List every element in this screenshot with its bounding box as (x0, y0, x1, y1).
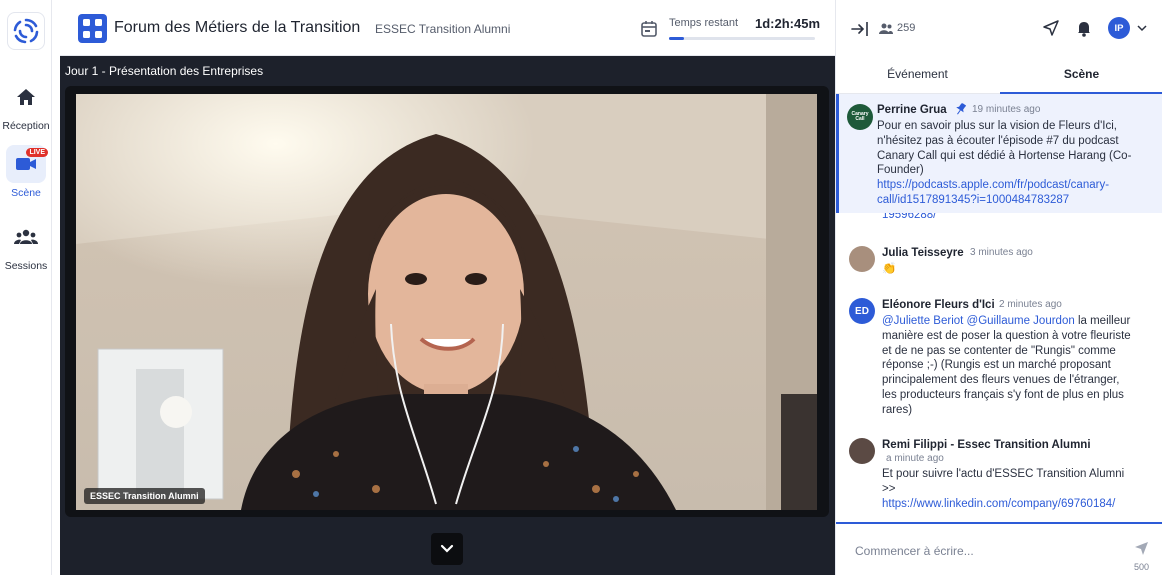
time-progress-fill (669, 37, 684, 40)
avatar (849, 246, 875, 272)
event-logo-icon (78, 14, 107, 43)
user-avatar[interactable]: IP (1108, 17, 1130, 39)
collapse-panel-icon[interactable] (851, 21, 869, 37)
message-line: Founder) (877, 164, 924, 177)
message-line: rares) (882, 403, 913, 416)
left-navigation: Réception LIVE Scène Sessions (0, 0, 52, 575)
message-line: manière est de poser la question à votre… (882, 329, 1131, 342)
stage-area: Jour 1 - Présentation des Entreprises ES… (60, 56, 835, 575)
chat-message: Remi Filippi - Essec Transition Alumni a… (836, 434, 1162, 514)
message-time: 2 minutes ago (999, 299, 1062, 310)
message-link[interactable]: call/id1517891345?i=1000484783287 (877, 193, 1157, 208)
chevron-down-icon[interactable] (1137, 25, 1147, 32)
time-remaining-value: 1d:2h:45m (755, 16, 821, 31)
nav-item-sessions[interactable]: Sessions (0, 218, 52, 272)
people-group-icon (6, 218, 46, 256)
nav-item-reception[interactable]: Réception (0, 78, 52, 132)
event-organizer[interactable]: ESSEC Transition Alumni (375, 22, 510, 36)
app-logo[interactable] (7, 12, 45, 50)
video-stream[interactable]: ESSEC Transition Alumni (76, 94, 817, 510)
message-line: les producteurs français s'y font de plu… (882, 388, 1124, 401)
message-time: a minute ago (886, 453, 944, 464)
panel-tabs: Événement Scène (836, 56, 1162, 94)
tab-scene[interactable]: Scène (1000, 56, 1162, 94)
message-line: n'hésitez pas à écouter l'épisode #7 du … (877, 134, 1119, 147)
nav-item-scene[interactable]: LIVE Scène (0, 145, 52, 199)
nav-item-label: Réception (2, 120, 50, 132)
video-camera-icon: LIVE (6, 145, 48, 183)
message-link[interactable]: https://podcasts.apple.com/fr/podcast/ca… (877, 178, 1157, 193)
character-count: 500 (1133, 562, 1149, 572)
message-line: réponse ;-) (Rungis est un marché propos… (882, 359, 1111, 372)
pinned-message: Canary Call Perrine Grua 19 minutes ago … (836, 94, 1162, 213)
app-window: Réception LIVE Scène Sessions Forum des … (0, 0, 1162, 575)
event-header: Forum des Métiers de la Transition ESSEC… (60, 0, 835, 56)
message-time: 19 minutes ago (972, 104, 1041, 115)
home-icon (6, 78, 46, 116)
time-progress-bar (669, 37, 815, 40)
message-line: >> (882, 482, 896, 495)
chat-feed[interactable]: 19596288/ Julia Teisseyre 3 minutes ago … (836, 94, 1162, 522)
message-author: Julia Teisseyre (882, 247, 964, 259)
nav-item-label: Scène (11, 187, 41, 199)
pin-icon (956, 103, 966, 115)
message-author: Remi Filippi - Essec Transition Alumni (882, 439, 1091, 451)
event-title: Forum des Métiers de la Transition (114, 19, 361, 36)
message-line: @Juliette Beriot @Guillaume Jourdon la m… (882, 314, 1152, 329)
message-line: Canary Call qui est dédié à Hortense Har… (877, 149, 1132, 162)
tab-evenement[interactable]: Événement (836, 56, 999, 94)
message-time: 3 minutes ago (970, 247, 1033, 258)
send-icon[interactable] (1134, 541, 1149, 556)
message-composer[interactable]: Commencer à écrire... 500 (836, 522, 1162, 575)
send-direct-message-icon[interactable] (1043, 20, 1059, 36)
right-panel: 259 IP Événement Scène 19596288/ Julia T… (835, 0, 1162, 575)
message-text: Et pour suivre l'actu d'ESSEC Transition… (882, 467, 1152, 511)
avatar (849, 438, 875, 464)
stage-title: Jour 1 - Présentation des Entreprises (65, 64, 264, 78)
message-text: 👏 (882, 263, 897, 275)
chevron-down-icon (440, 544, 454, 553)
nav-item-label: Sessions (4, 260, 48, 272)
message-text: Pour en savoir plus sur la vision de Fle… (877, 119, 1157, 208)
video-frame: ESSEC Transition Alumni (65, 86, 829, 517)
chat-message: ED Eléonore Fleurs d'Ici 2 minutes ago @… (836, 294, 1162, 424)
speaker-video-image (76, 94, 817, 510)
message-link[interactable]: https://www.linkedin.com/company/6976018… (882, 497, 1152, 512)
attendee-count: 259 (897, 22, 916, 34)
message-line: principalement des fleurs venues de l'ét… (882, 374, 1120, 387)
message-text: @Juliette Beriot @Guillaume Jourdon la m… (882, 314, 1152, 418)
attendees-icon (879, 23, 893, 34)
collapse-stage-button[interactable] (431, 533, 463, 565)
message-line: et de ne pas se contenter de "Rungis" co… (882, 344, 1116, 357)
live-badge: LIVE (26, 148, 48, 157)
calendar-icon (641, 21, 657, 37)
message-text-segment: la meilleur (1074, 315, 1131, 327)
time-remaining-label: Temps restant (669, 17, 739, 29)
bell-icon[interactable] (1076, 20, 1092, 37)
message-input[interactable]: Commencer à écrire... (855, 544, 974, 558)
panel-toolbar: 259 IP (836, 0, 1162, 56)
message-author: Eléonore Fleurs d'Ici (882, 299, 995, 311)
video-speaker-tag: ESSEC Transition Alumni (84, 488, 205, 504)
message-line: Et pour suivre l'actu d'ESSEC Transition… (882, 468, 1125, 480)
chat-message: Julia Teisseyre 3 minutes ago 👏 (836, 242, 1162, 282)
avatar: ED (849, 298, 875, 324)
message-mentions[interactable]: @Juliette Beriot @Guillaume Jourdon (882, 315, 1075, 327)
avatar: Canary Call (847, 104, 873, 130)
message-line: Pour en savoir plus sur la vision de Fle… (877, 120, 1117, 132)
message-author: Perrine Grua (877, 104, 947, 116)
app-logo-icon (13, 18, 39, 44)
